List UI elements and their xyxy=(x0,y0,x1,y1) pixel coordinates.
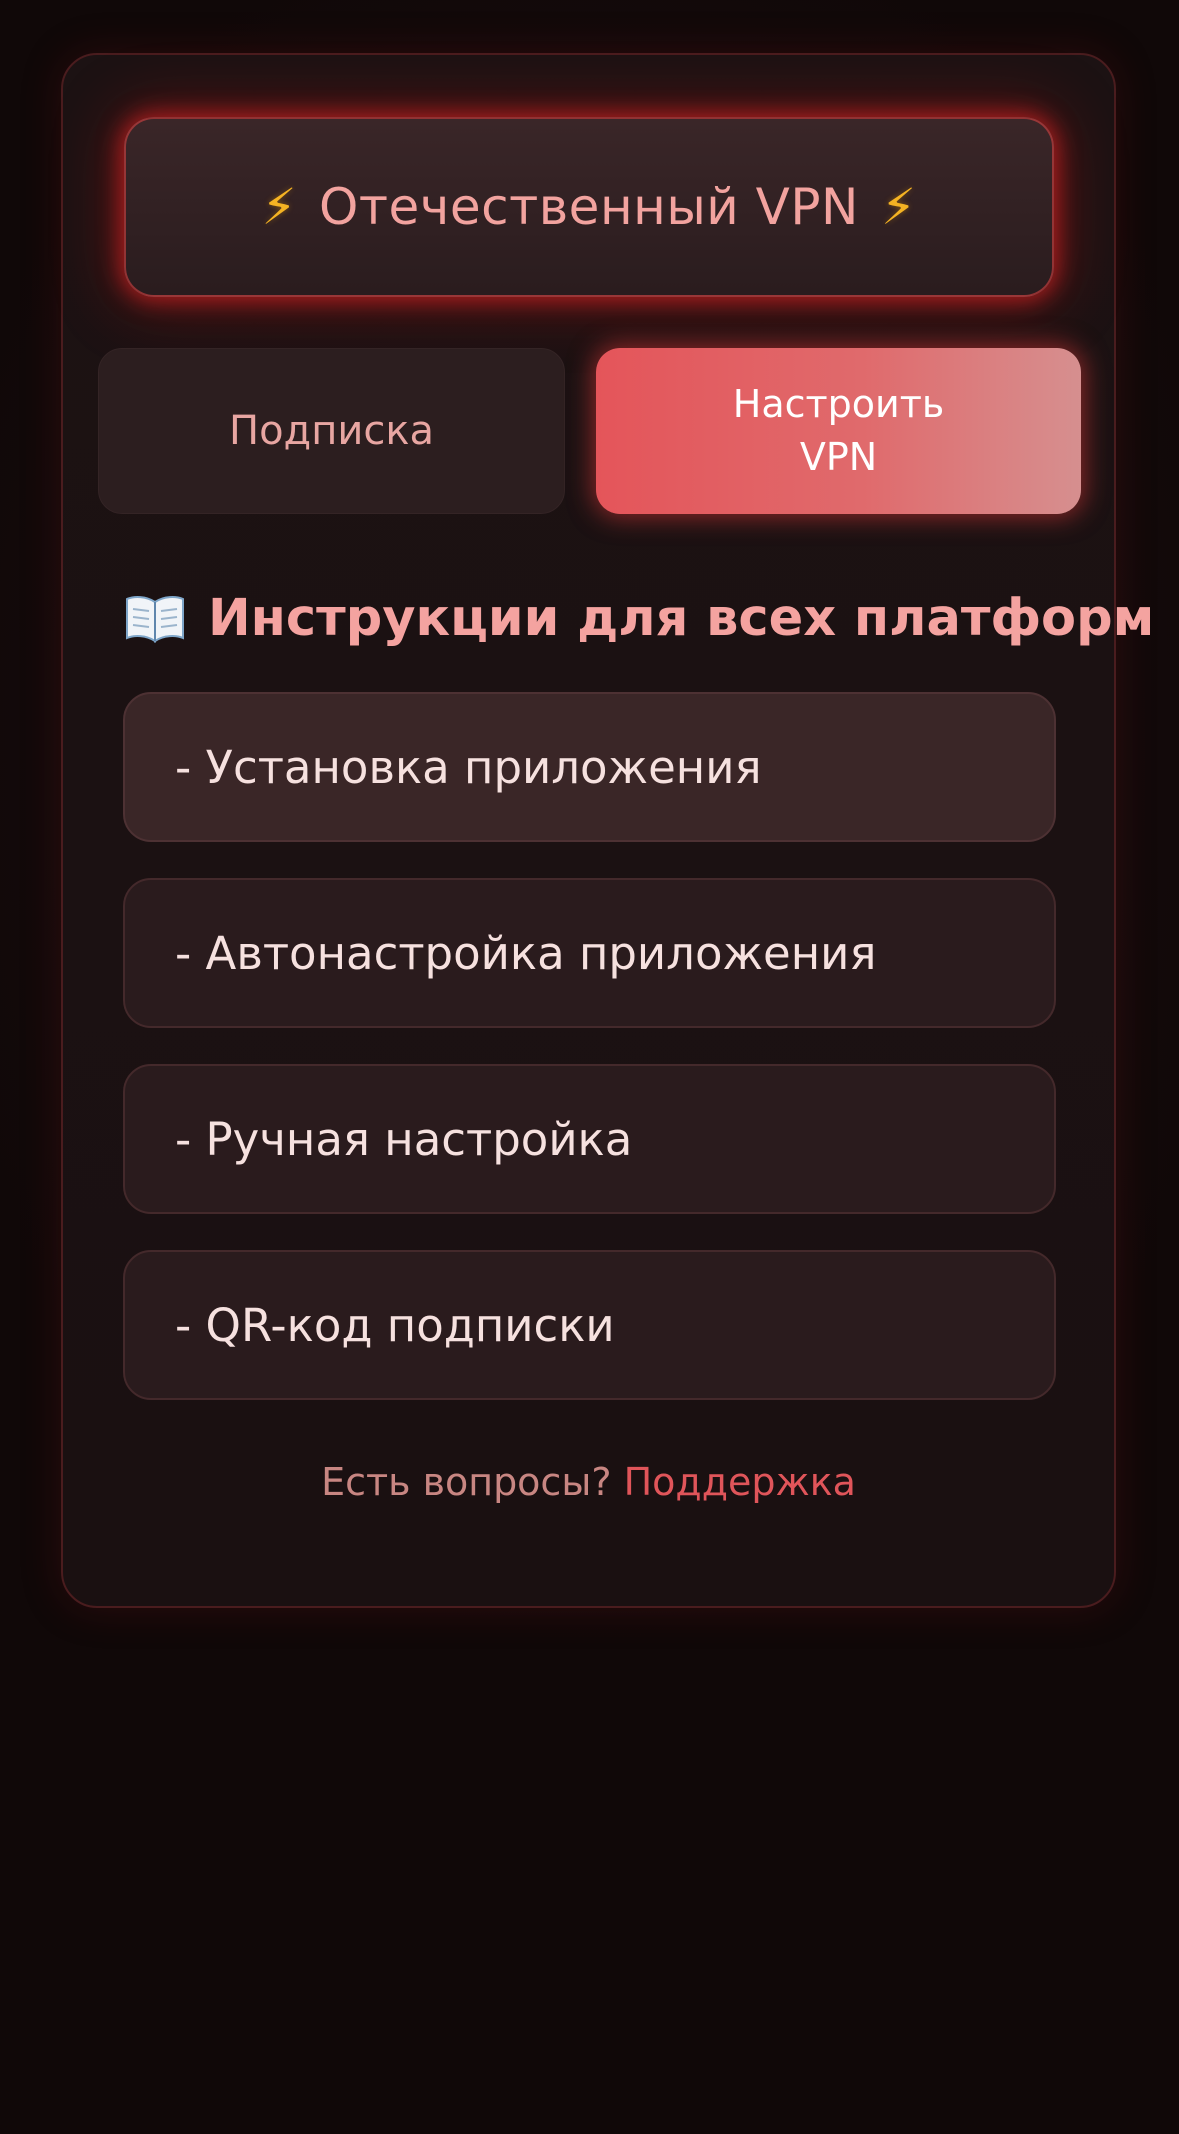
support-footer: Есть вопросы? Поддержка xyxy=(61,1460,1116,1520)
app-title-banner: ⚡ Отечественный VPN ⚡ xyxy=(124,117,1054,297)
tab-setup-vpn[interactable]: Настроить VPN xyxy=(596,348,1081,514)
lightning-icon: ⚡ xyxy=(880,178,917,236)
instructions-title: Инструкции для всех платформ xyxy=(208,588,1155,648)
tab-subscription[interactable]: Подписка xyxy=(98,348,565,514)
lightning-icon: ⚡ xyxy=(261,178,298,236)
tab-setup-vpn-label: Настроить VPN xyxy=(732,382,945,479)
instruction-manual-setup[interactable]: - Ручная настройка xyxy=(123,1064,1056,1214)
instruction-label: - QR-код подписки xyxy=(175,1298,615,1352)
instruction-label: - Установка приложения xyxy=(175,740,762,794)
instruction-label: - Автонастройка приложения xyxy=(175,926,877,980)
instruction-auto-setup[interactable]: - Автонастройка приложения xyxy=(123,878,1056,1028)
instruction-qr-code[interactable]: - QR-код подписки xyxy=(123,1250,1056,1400)
app-title: Отечественный VPN xyxy=(319,178,859,236)
tab-subscription-label: Подписка xyxy=(228,408,435,454)
instruction-label: - Ручная настройка xyxy=(175,1112,633,1166)
book-icon xyxy=(124,592,186,644)
support-question: Есть вопросы? xyxy=(321,1460,612,1504)
support-link[interactable]: Поддержка xyxy=(624,1460,856,1504)
instruction-install-app[interactable]: - Установка приложения xyxy=(123,692,1056,842)
instructions-heading: Инструкции для всех платформ xyxy=(124,578,1154,658)
